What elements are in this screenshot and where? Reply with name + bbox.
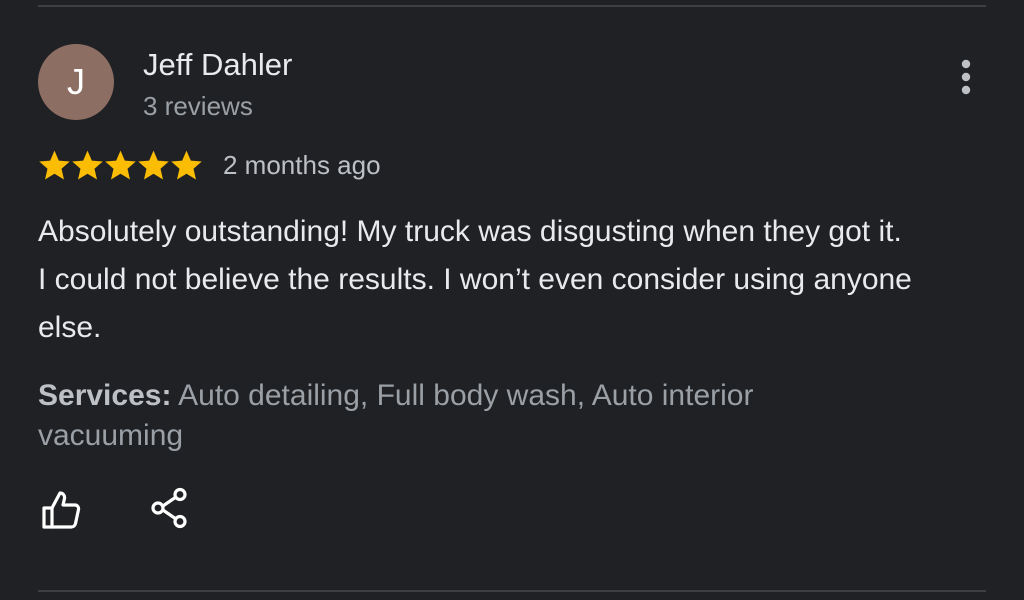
star-icon — [171, 150, 202, 180]
review-date: 2 months ago — [223, 149, 381, 180]
thumbs-up-icon — [42, 491, 81, 529]
avatar-initial: J — [67, 61, 85, 102]
reviewer-name[interactable]: Jeff Dahler — [143, 47, 292, 83]
star-icon — [138, 150, 169, 180]
like-button[interactable] — [36, 486, 84, 534]
share-button[interactable] — [146, 484, 194, 532]
rating-row: 2 months ago — [38, 145, 381, 185]
top-divider — [38, 5, 986, 7]
avatar[interactable]: J — [38, 44, 114, 120]
share-icon — [151, 487, 187, 529]
more-options-button[interactable] — [950, 58, 982, 98]
bottom-divider — [38, 590, 986, 592]
reviewer-review-count: 3 reviews — [143, 91, 253, 121]
star-icon — [39, 150, 70, 180]
more-vertical-icon — [961, 59, 971, 95]
star-icon — [72, 150, 103, 180]
review-text: Absolutely outstanding! My truck was dis… — [38, 215, 912, 344]
services-label: Services: — [38, 379, 172, 412]
star-icon — [105, 150, 136, 180]
services-line: Services: Auto detailing, Full body wash… — [38, 376, 898, 456]
star-rating — [38, 149, 203, 181]
